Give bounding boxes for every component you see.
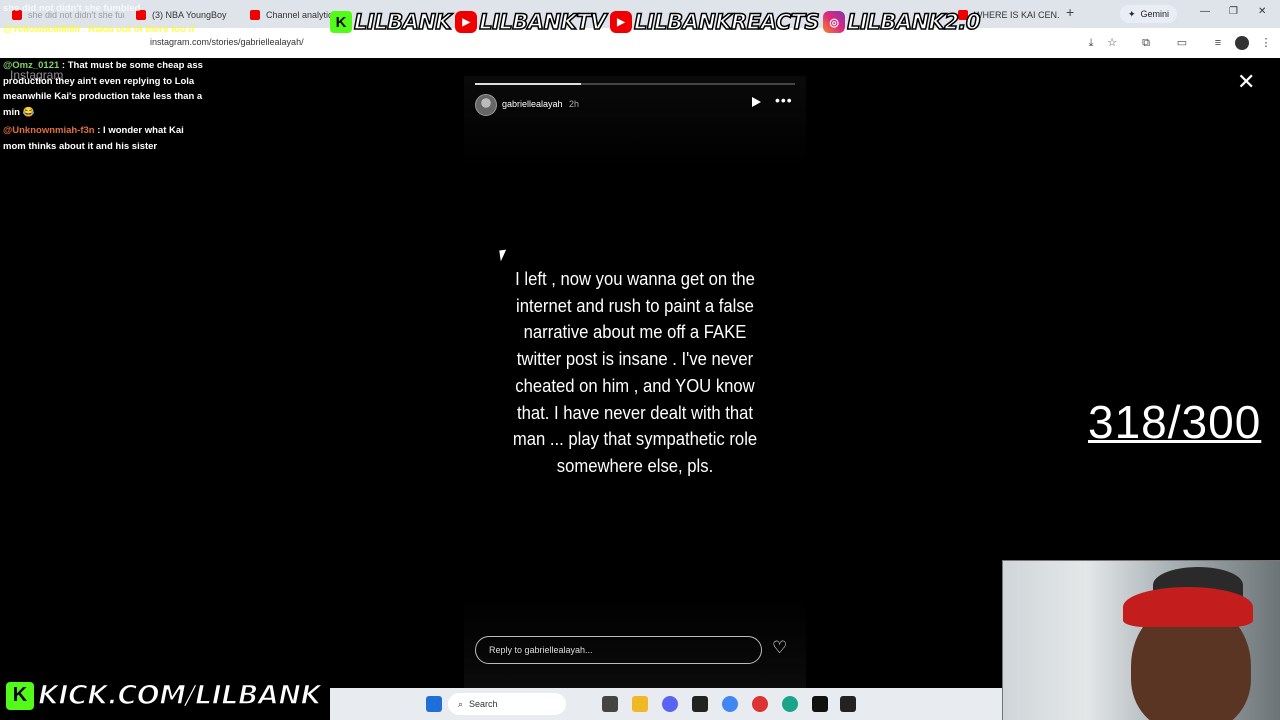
extensions-icon[interactable]: ⧉ (1139, 36, 1153, 50)
story-progress-bar (475, 83, 795, 85)
capcut-icon[interactable] (840, 696, 856, 712)
windows-start-icon[interactable] (426, 696, 442, 712)
webcam-hat (1123, 587, 1253, 627)
obs-icon[interactable] (812, 696, 828, 712)
file-explorer-icon[interactable] (632, 696, 648, 712)
browser-tab[interactable]: Channel analytics (242, 4, 332, 26)
kick-footer: K KICK.COM/LILBANK (6, 679, 322, 712)
story-text: I left , now you wanna get on the intern… (512, 268, 758, 476)
youtube-icon: ▶ (609, 11, 632, 33)
chrome-icon[interactable] (722, 696, 738, 712)
gemini-label: Gemini (1140, 9, 1170, 19)
taskbar: ⌕ Search (330, 688, 1002, 720)
bookmark-star-icon[interactable]: ☆ (1105, 36, 1119, 50)
install-app-icon[interactable]: ⤓ (1084, 36, 1098, 50)
tab-label: Channel analytics (266, 10, 332, 20)
avatar[interactable] (475, 94, 497, 116)
app-icon[interactable] (782, 696, 798, 712)
story-username[interactable]: gabriellealayah (502, 99, 563, 109)
goal-counter: 318/300 (1088, 396, 1262, 448)
taskbar-search[interactable]: ⌕ Search (448, 693, 566, 715)
sparkle-icon: ✦ (1128, 8, 1136, 19)
youtube-icon: ▶ (455, 11, 478, 33)
screen: she did not didn't she fumbled (3) NBA Y… (0, 0, 1280, 720)
profile-avatar-icon[interactable] (1235, 36, 1249, 50)
media-controls-icon[interactable]: ≡ (1211, 36, 1225, 50)
heart-icon[interactable]: ♡ (772, 638, 787, 658)
banner-instagram: ◎ LILBANK2.0 (823, 9, 981, 35)
banner-youtube: ▶ LILBANKTV (455, 9, 607, 35)
play-icon[interactable] (752, 97, 761, 107)
chat-username: @Omz_0121 (3, 60, 60, 71)
story-progress-fill (475, 83, 581, 85)
chat-overlay: @Omz_0121 : That must be some cheap ass … (3, 58, 203, 157)
task-view-icon[interactable] (602, 696, 618, 712)
tab-label: WHERE IS KAI CEN... (974, 10, 1060, 20)
instagram-icon: ◎ (823, 11, 846, 33)
story-viewer: gabriellealayah 2h ••• I left , now you … (464, 76, 806, 688)
new-tab-button[interactable]: + (1066, 4, 1074, 20)
banner-text: LILBANK2.0 (846, 9, 981, 35)
close-icon[interactable]: ✕ (1237, 70, 1255, 95)
app-icon[interactable] (752, 696, 768, 712)
search-icon: ⌕ (458, 698, 464, 709)
banner-text: LILBANK (353, 9, 452, 35)
webcam-feed (1002, 560, 1280, 720)
browser-tab[interactable]: (3) NBA YoungBoy ✕ (128, 4, 238, 26)
split-view-icon[interactable]: ▭ (1175, 36, 1189, 50)
chat-ghost-line: she did not didn't she fumbled (3, 3, 141, 14)
banner-text: LILBANKTV (478, 9, 607, 35)
kick-icon: K (330, 11, 352, 33)
chat-message: @Unknownmiah-f3n : I wonder what Kai mom… (3, 123, 203, 154)
restore-icon[interactable]: ❐ (1229, 6, 1238, 17)
kick-icon: K (6, 681, 34, 710)
more-menu-icon[interactable]: ⋮ (1259, 36, 1273, 50)
chat-ghost-line: @Yellowdollllllllll : Rakai out of there… (3, 24, 195, 35)
mouse-cursor-icon (499, 249, 508, 262)
tab-label: (3) NBA YoungBoy (152, 10, 227, 20)
url-text[interactable]: instagram.com/stories/gabriellealayah/ (150, 37, 304, 47)
close-window-icon[interactable]: ✕ (1258, 6, 1266, 17)
banner-youtube-reacts: ▶ LILBANKREACTS (609, 9, 820, 35)
more-options-icon[interactable]: ••• (775, 92, 793, 108)
stream-banner: K LILBANK ▶ LILBANKTV ▶ LILBANKREACTS ◎ … (330, 9, 981, 35)
youtube-studio-icon (250, 10, 260, 20)
banner-kick: K LILBANK (330, 9, 452, 35)
banner-text: LILBANKREACTS (633, 9, 820, 35)
search-label: Search (469, 699, 498, 709)
minimize-icon[interactable]: — (1200, 6, 1210, 17)
reply-input[interactable] (475, 636, 762, 664)
discord-icon[interactable] (662, 696, 678, 712)
chat-ghost-line: he keep talkin bout yo ah bout (3, 39, 140, 50)
story-time: 2h (569, 99, 580, 109)
chat-username: @Unknownmiah-f3n (3, 125, 95, 136)
kick-footer-text: KICK.COM/LILBANK (37, 679, 322, 712)
gemini-button[interactable]: ✦ Gemini (1120, 5, 1178, 23)
chat-message: @Omz_0121 : That must be some cheap ass … (3, 58, 203, 120)
capcut-icon[interactable] (692, 696, 708, 712)
